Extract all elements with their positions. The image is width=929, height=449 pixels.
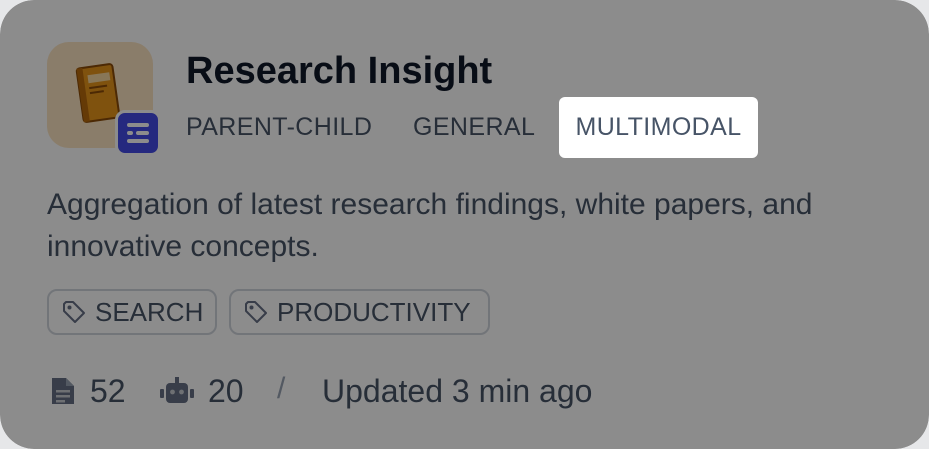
book-icon — [75, 63, 121, 123]
updated-time: Updated 3 min ago — [322, 373, 593, 409]
tag-label: SEARCH — [95, 296, 204, 327]
dataset-title: Research Insight — [186, 50, 493, 92]
robot-icon — [160, 377, 194, 403]
text-lines-icon — [115, 110, 161, 156]
chunk-mode-parent-child: PARENT-CHILD — [186, 113, 373, 141]
tag-label: PRODUCTIVITY — [277, 296, 471, 327]
dataset-card[interactable]: Research Insight PARENT-CHILD GENERAL Ag… — [0, 0, 929, 449]
tag-icon — [63, 301, 85, 323]
stats-separator: / — [277, 372, 286, 405]
chunk-mode-general: GENERAL — [413, 113, 536, 141]
tag-search[interactable]: SEARCH — [47, 289, 217, 335]
app-count-value: 20 — [208, 372, 244, 409]
document-count-value: 52 — [90, 372, 126, 409]
tag-productivity[interactable]: PRODUCTIVITY — [229, 289, 490, 335]
chunk-mode-multimodal[interactable]: MULTIMODAL — [559, 97, 758, 158]
document-icon — [52, 378, 74, 404]
app-count: 20 — [160, 368, 244, 414]
dataset-description: Aggregation of latest research findings,… — [47, 188, 813, 263]
document-count: 52 — [50, 368, 126, 414]
tag-icon — [245, 301, 267, 323]
